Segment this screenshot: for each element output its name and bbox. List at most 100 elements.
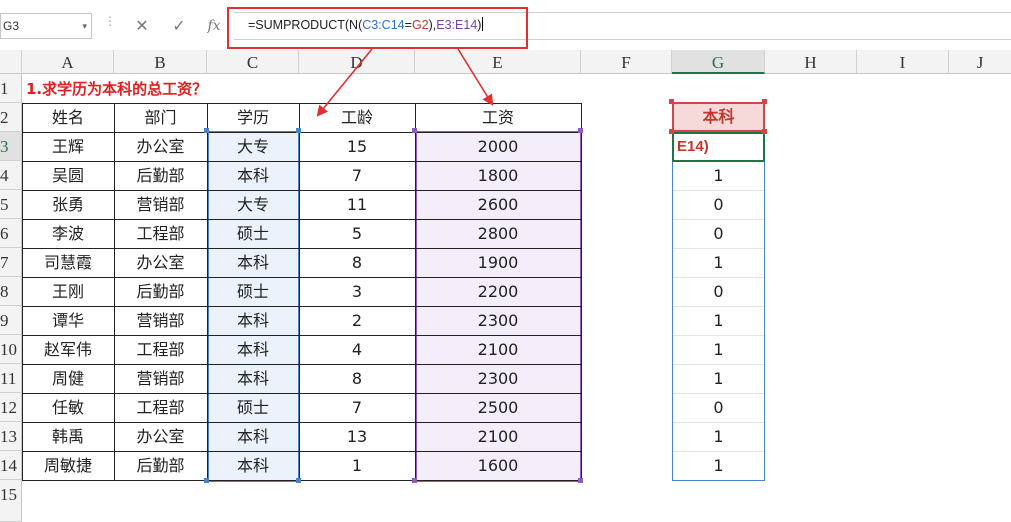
column-header-g[interactable]: G — [672, 50, 765, 74]
table-cell[interactable]: 司慧霞 — [22, 248, 114, 277]
g-column-cell[interactable]: 0 — [672, 190, 765, 219]
row-header-7[interactable]: 7 — [0, 248, 22, 277]
g-column-cell[interactable]: 1 — [672, 248, 765, 277]
table-cell[interactable]: 后勤部 — [114, 277, 207, 306]
table-cell[interactable]: 后勤部 — [114, 161, 207, 190]
table-cell[interactable]: 7 — [299, 393, 415, 422]
table-cell[interactable]: 3 — [299, 277, 415, 306]
table-cell[interactable]: 2 — [299, 306, 415, 335]
table-cell[interactable]: 办公室 — [114, 248, 207, 277]
select-all-corner[interactable] — [0, 50, 22, 74]
table-cell[interactable]: 硕士 — [207, 277, 299, 306]
table-cell[interactable]: 谭华 — [22, 306, 114, 335]
row-header-10[interactable]: 10 — [0, 335, 22, 364]
table-header-cell[interactable]: 姓名 — [22, 103, 114, 132]
table-cell[interactable]: 大专 — [207, 190, 299, 219]
table-cell[interactable]: 工程部 — [114, 393, 207, 422]
table-cell[interactable]: 2100 — [415, 335, 581, 364]
table-cell[interactable]: 硕士 — [207, 393, 299, 422]
table-cell[interactable]: 周健 — [22, 364, 114, 393]
table-cell[interactable]: 1600 — [415, 451, 581, 480]
g-column-cell[interactable]: 0 — [672, 219, 765, 248]
table-cell[interactable]: 张勇 — [22, 190, 114, 219]
table-cell[interactable]: 2000 — [415, 132, 581, 161]
row-header-6[interactable]: 6 — [0, 219, 22, 248]
table-cell[interactable]: 营销部 — [114, 306, 207, 335]
table-cell[interactable]: 本科 — [207, 306, 299, 335]
table-cell[interactable]: 硕士 — [207, 219, 299, 248]
g-column-cell[interactable]: 0 — [672, 393, 765, 422]
table-cell[interactable]: 周敏捷 — [22, 451, 114, 480]
table-cell[interactable]: 2800 — [415, 219, 581, 248]
column-header-j[interactable]: J — [949, 50, 1011, 74]
table-cell[interactable]: 5 — [299, 219, 415, 248]
table-header-cell[interactable]: 学历 — [207, 103, 299, 132]
cancel-icon[interactable]: ✕ — [128, 12, 156, 40]
table-cell[interactable]: 1900 — [415, 248, 581, 277]
table-cell[interactable]: 任敏 — [22, 393, 114, 422]
g-column-cell[interactable]: 1 — [672, 335, 765, 364]
table-cell[interactable]: 王辉 — [22, 132, 114, 161]
table-cell[interactable]: 赵军伟 — [22, 335, 114, 364]
table-header-cell[interactable]: 工龄 — [299, 103, 415, 132]
column-header-f[interactable]: F — [581, 50, 672, 74]
g-column-cell[interactable]: 0 — [672, 277, 765, 306]
column-header-c[interactable]: C — [207, 50, 299, 74]
column-header-h[interactable]: H — [765, 50, 857, 74]
table-cell[interactable]: 后勤部 — [114, 451, 207, 480]
row-header-5[interactable]: 5 — [0, 190, 22, 219]
more-options-icon[interactable]: ⋮ — [104, 14, 117, 28]
table-cell[interactable]: 营销部 — [114, 190, 207, 219]
table-cell[interactable]: 办公室 — [114, 132, 207, 161]
row-header-4[interactable]: 4 — [0, 161, 22, 190]
table-cell[interactable]: 2100 — [415, 422, 581, 451]
insert-function-icon[interactable]: fx — [200, 12, 228, 40]
table-cell[interactable]: 11 — [299, 190, 415, 219]
table-cell[interactable]: 本科 — [207, 422, 299, 451]
name-box[interactable]: G3 ▾ — [0, 13, 92, 39]
table-cell[interactable]: 办公室 — [114, 422, 207, 451]
table-cell[interactable]: 1 — [299, 451, 415, 480]
table-cell[interactable]: 本科 — [207, 364, 299, 393]
table-cell[interactable]: 8 — [299, 248, 415, 277]
table-cell[interactable]: 13 — [299, 422, 415, 451]
table-cell[interactable]: 8 — [299, 364, 415, 393]
row-header-12[interactable]: 12 — [0, 393, 22, 422]
row-header-8[interactable]: 8 — [0, 277, 22, 306]
table-cell[interactable]: 2300 — [415, 306, 581, 335]
column-header-d[interactable]: D — [299, 50, 415, 74]
table-header-cell[interactable]: 部门 — [114, 103, 207, 132]
enter-icon[interactable]: ✓ — [165, 12, 193, 40]
table-cell[interactable]: 2200 — [415, 277, 581, 306]
table-cell[interactable]: 7 — [299, 161, 415, 190]
table-cell[interactable]: 本科 — [207, 451, 299, 480]
table-cell[interactable]: 2300 — [415, 364, 581, 393]
row-header-13[interactable]: 13 — [0, 422, 22, 451]
table-cell[interactable]: 工程部 — [114, 219, 207, 248]
table-cell[interactable]: 吴圆 — [22, 161, 114, 190]
g-column-cell[interactable]: 1 — [672, 364, 765, 393]
table-cell[interactable]: 本科 — [207, 248, 299, 277]
table-cell[interactable]: 大专 — [207, 132, 299, 161]
table-cell[interactable]: 李波 — [22, 219, 114, 248]
g-column-cell[interactable]: 1 — [672, 161, 765, 190]
row-header-1[interactable]: 1 — [0, 74, 22, 103]
column-header-a[interactable]: A — [22, 50, 114, 74]
column-header-i[interactable]: I — [857, 50, 949, 74]
row-header-2[interactable]: 2 — [0, 103, 22, 132]
table-cell[interactable]: 1800 — [415, 161, 581, 190]
table-cell[interactable]: 本科 — [207, 335, 299, 364]
row-header-3[interactable]: 3 — [0, 132, 22, 161]
table-cell[interactable]: 王刚 — [22, 277, 114, 306]
table-cell[interactable]: 2500 — [415, 393, 581, 422]
column-header-e[interactable]: E — [415, 50, 581, 74]
table-cell[interactable]: 2600 — [415, 190, 581, 219]
table-cell[interactable]: 4 — [299, 335, 415, 364]
g-column-cell[interactable]: 1 — [672, 451, 765, 480]
table-cell[interactable]: 营销部 — [114, 364, 207, 393]
row-header-9[interactable]: 9 — [0, 306, 22, 335]
column-header-b[interactable]: B — [114, 50, 207, 74]
table-cell[interactable]: 本科 — [207, 161, 299, 190]
row-header-15[interactable]: 15 — [0, 480, 22, 522]
g-column-cell[interactable]: 1 — [672, 306, 765, 335]
